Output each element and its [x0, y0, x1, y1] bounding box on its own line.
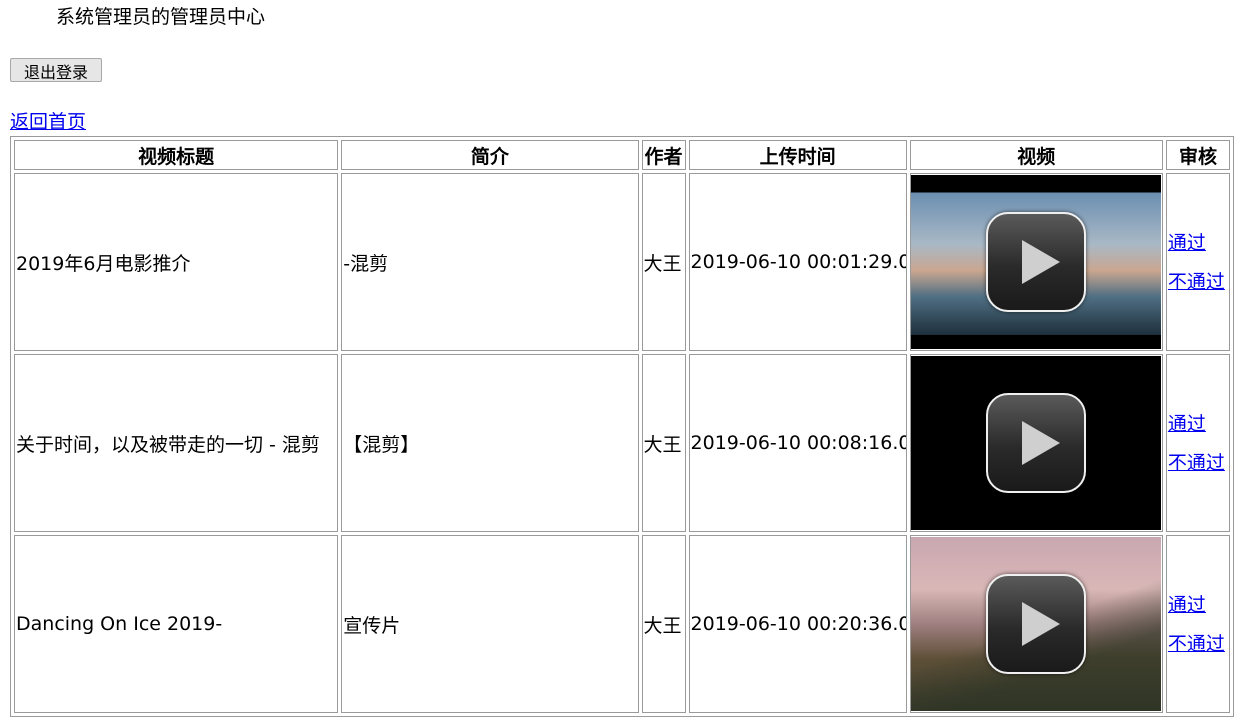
- reject-link[interactable]: 不通过: [1167, 450, 1229, 476]
- play-button-icon[interactable]: [986, 574, 1087, 674]
- approve-link[interactable]: 通过: [1167, 592, 1229, 618]
- approve-link[interactable]: 通过: [1167, 230, 1229, 256]
- video-cell: [909, 354, 1163, 532]
- page-title: 系统管理员的管理员中心: [56, 6, 266, 28]
- home-link[interactable]: 返回首页: [10, 110, 86, 134]
- video-title: 2019年6月电影推介: [14, 173, 339, 351]
- video-intro: -混剪: [341, 173, 639, 351]
- column-header-video: 视频: [909, 140, 1163, 170]
- video-player[interactable]: [911, 537, 1162, 711]
- video-author: 大王: [641, 173, 686, 351]
- table-row: Dancing On Ice 2019- 宣传片 大王 2019-06-10 0…: [14, 535, 1230, 713]
- column-header-intro: 简介: [341, 140, 639, 170]
- table-row: 关于时间，以及被带走的一切 - 混剪 【混剪】 大王 2019-06-10 00…: [14, 354, 1230, 532]
- video-cell: [909, 173, 1163, 351]
- review-cell: 通过 不通过: [1165, 535, 1230, 713]
- column-header-time: 上传时间: [688, 140, 907, 170]
- video-title: 关于时间，以及被带走的一切 - 混剪: [14, 354, 339, 532]
- play-button-icon[interactable]: [986, 393, 1087, 493]
- video-author: 大王: [641, 354, 686, 532]
- column-header-review: 审核: [1165, 140, 1230, 170]
- video-author: 大王: [641, 535, 686, 713]
- logout-button[interactable]: 退出登录: [10, 58, 102, 82]
- approve-link[interactable]: 通过: [1167, 411, 1229, 437]
- reject-link[interactable]: 不通过: [1167, 631, 1229, 657]
- video-player[interactable]: [911, 175, 1162, 349]
- reject-link[interactable]: 不通过: [1167, 269, 1229, 295]
- review-cell: 通过 不通过: [1165, 173, 1230, 351]
- video-intro: 宣传片: [341, 535, 639, 713]
- video-upload-time: 2019-06-10 00:08:16.0: [688, 354, 907, 532]
- column-header-title: 视频标题: [14, 140, 339, 170]
- video-title: Dancing On Ice 2019-: [14, 535, 339, 713]
- video-intro: 【混剪】: [341, 354, 639, 532]
- column-header-author: 作者: [641, 140, 686, 170]
- video-cell: [909, 535, 1163, 713]
- video-upload-time: 2019-06-10 00:01:29.0: [688, 173, 907, 351]
- video-table: 视频标题 简介 作者 上传时间 视频 审核 2019年6月电影推介 -混剪 大王…: [10, 136, 1234, 717]
- play-button-icon[interactable]: [986, 212, 1087, 312]
- review-cell: 通过 不通过: [1165, 354, 1230, 532]
- table-row: 2019年6月电影推介 -混剪 大王 2019-06-10 00:01:29.0…: [14, 173, 1230, 351]
- table-header-row: 视频标题 简介 作者 上传时间 视频 审核: [14, 140, 1230, 170]
- video-player[interactable]: [911, 356, 1162, 530]
- video-upload-time: 2019-06-10 00:20:36.0: [688, 535, 907, 713]
